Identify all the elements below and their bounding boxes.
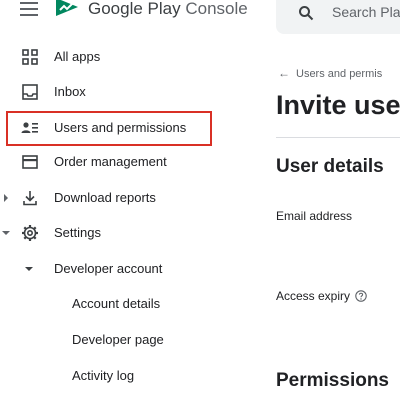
- download-icon: [20, 189, 40, 207]
- arrow-left-icon: ←: [278, 66, 290, 80]
- sidebar-header: Google Play Console: [0, 0, 248, 26]
- sidebar-item-label: Account details: [72, 296, 161, 311]
- sidebar-item-account-details[interactable]: Account details: [0, 287, 248, 321]
- menu-icon[interactable]: [20, 1, 38, 17]
- grid-icon: [20, 48, 40, 66]
- divider: [276, 137, 400, 138]
- sidebar-item-developer-account[interactable]: Developer account: [0, 252, 248, 286]
- email-address-label: Email address: [276, 209, 353, 223]
- access-expiry-label: Access expiry: [276, 289, 367, 303]
- chevron-down-icon[interactable]: [22, 264, 36, 274]
- sidebar-item-activity-log[interactable]: Activity log: [0, 359, 248, 393]
- sidebar: Google Play Console All apps Inbox Users…: [0, 0, 248, 396]
- section-title-permissions: Permissions: [276, 370, 389, 391]
- breadcrumb-label: Users and permis: [296, 68, 383, 80]
- credit-card-icon: [20, 153, 40, 171]
- sidebar-item-label: Developer account: [54, 261, 163, 276]
- brand-title: Google Play Console: [88, 0, 248, 19]
- sidebar-item-developer-page[interactable]: Developer page: [0, 323, 248, 357]
- sidebar-item-order-management[interactable]: Order management: [0, 145, 248, 179]
- sidebar-item-label: Developer page: [72, 332, 164, 347]
- play-console-logo: [56, 0, 78, 16]
- sidebar-item-label: Order management: [54, 154, 167, 169]
- sidebar-item-label: Settings: [54, 225, 101, 240]
- search-bar[interactable]: Search Play: [276, 0, 400, 34]
- highlight-box: [6, 111, 212, 146]
- gear-icon: [20, 224, 40, 242]
- access-expiry-text: Access expiry: [276, 289, 351, 303]
- sidebar-item-label: All apps: [54, 49, 101, 64]
- page-title: Invite use: [276, 90, 400, 120]
- chevron-right-icon[interactable]: [0, 191, 12, 205]
- inbox-icon: [20, 83, 40, 101]
- search-icon: [299, 6, 314, 21]
- chevron-down-icon[interactable]: [0, 226, 12, 240]
- main-content: Search Play ← Users and permis Invite use…: [248, 0, 400, 396]
- sidebar-item-label: Inbox: [54, 84, 86, 99]
- sidebar-item-download-reports[interactable]: Download reports: [0, 181, 248, 215]
- sidebar-item-all-apps[interactable]: All apps: [0, 40, 248, 74]
- sidebar-item-label: Download reports: [54, 190, 156, 205]
- sidebar-item-inbox[interactable]: Inbox: [0, 75, 248, 109]
- section-title-user-details: User details: [276, 156, 384, 177]
- search-input[interactable]: Search Play: [332, 4, 400, 20]
- help-icon[interactable]: [355, 290, 367, 302]
- sidebar-item-settings[interactable]: Settings: [0, 216, 248, 250]
- sidebar-item-label: Activity log: [72, 368, 135, 383]
- breadcrumb[interactable]: ← Users and permis: [278, 66, 382, 80]
- brand-primary: Google Play: [88, 0, 181, 18]
- brand-secondary: Console: [185, 0, 248, 18]
